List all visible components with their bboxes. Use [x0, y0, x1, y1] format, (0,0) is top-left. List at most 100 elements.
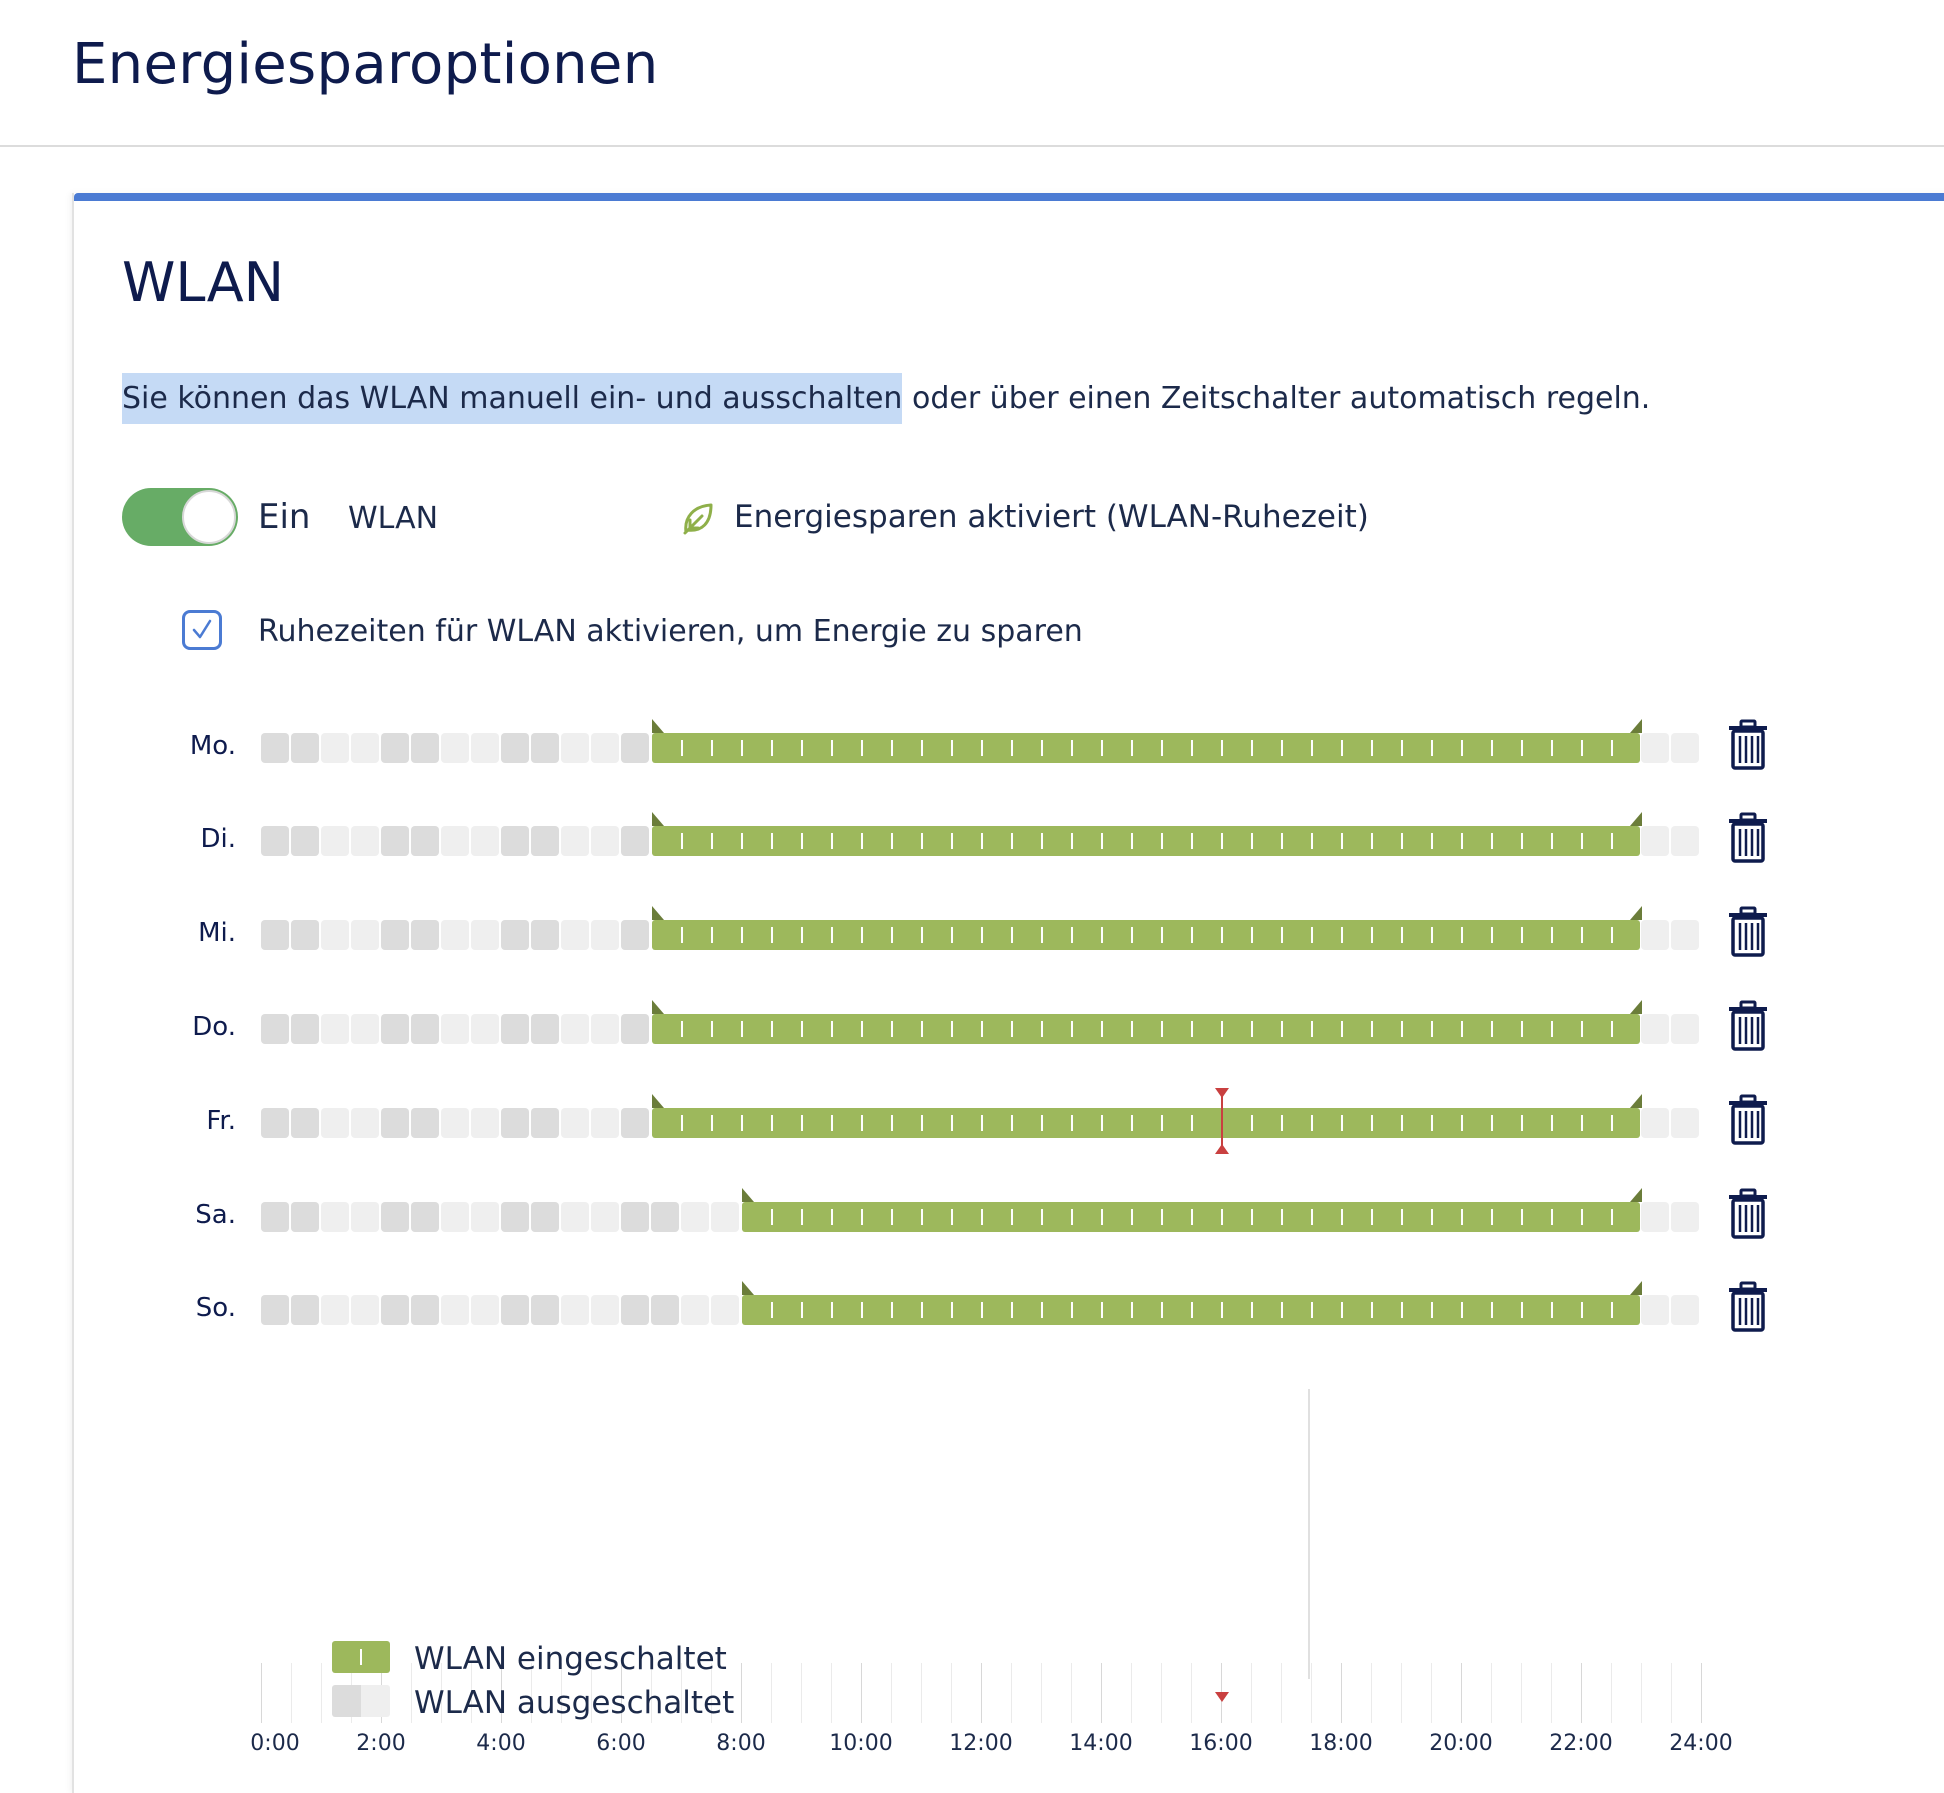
off-slot[interactable]: [291, 1295, 319, 1325]
off-slot[interactable]: [621, 1202, 649, 1232]
off-slot[interactable]: [381, 1202, 409, 1232]
day-timeline[interactable]: [260, 906, 1702, 950]
off-slot[interactable]: [411, 1014, 439, 1044]
off-slot[interactable]: [531, 1295, 559, 1325]
on-period-bar[interactable]: [652, 826, 1640, 856]
off-slot[interactable]: [501, 1202, 529, 1232]
off-slot[interactable]: [501, 920, 529, 950]
range-start-handle[interactable]: [742, 1281, 756, 1295]
on-period-bar[interactable]: [652, 1014, 1640, 1044]
off-slot[interactable]: [411, 1295, 439, 1325]
off-slot[interactable]: [531, 1202, 559, 1232]
off-slot[interactable]: [261, 733, 289, 763]
off-slot[interactable]: [321, 1014, 349, 1044]
trash-icon[interactable]: [1726, 812, 1770, 864]
off-slot[interactable]: [411, 826, 439, 856]
trash-icon[interactable]: [1726, 719, 1770, 771]
off-slot[interactable]: [321, 826, 349, 856]
off-slot[interactable]: [501, 1014, 529, 1044]
off-slot[interactable]: [1671, 920, 1699, 950]
off-slot[interactable]: [381, 920, 409, 950]
on-period-bar[interactable]: [742, 1295, 1640, 1325]
off-slot[interactable]: [621, 1108, 649, 1138]
off-slot[interactable]: [261, 1295, 289, 1325]
off-slot[interactable]: [531, 1014, 559, 1044]
off-slot[interactable]: [411, 733, 439, 763]
off-slot[interactable]: [561, 826, 589, 856]
off-slot[interactable]: [591, 1108, 619, 1138]
range-end-handle[interactable]: [1628, 1094, 1642, 1108]
day-timeline[interactable]: [260, 1281, 1702, 1325]
off-slot[interactable]: [351, 1202, 379, 1232]
day-timeline[interactable]: [260, 1088, 1702, 1154]
range-start-handle[interactable]: [652, 812, 666, 826]
off-slot[interactable]: [291, 1202, 319, 1232]
range-start-handle[interactable]: [652, 906, 666, 920]
trash-icon[interactable]: [1726, 1281, 1770, 1333]
on-period-bar[interactable]: [742, 1202, 1640, 1232]
range-start-handle[interactable]: [742, 1188, 756, 1202]
off-slot[interactable]: [321, 1202, 349, 1232]
off-slot[interactable]: [261, 920, 289, 950]
off-slot[interactable]: [441, 733, 469, 763]
off-slot[interactable]: [591, 920, 619, 950]
off-slot[interactable]: [531, 733, 559, 763]
range-end-handle[interactable]: [1628, 1188, 1642, 1202]
off-slot[interactable]: [471, 1108, 499, 1138]
off-slot[interactable]: [1671, 1202, 1699, 1232]
off-slot[interactable]: [411, 1108, 439, 1138]
off-slot[interactable]: [471, 1295, 499, 1325]
off-slot[interactable]: [351, 1295, 379, 1325]
off-slot[interactable]: [381, 1014, 409, 1044]
trash-icon[interactable]: [1726, 1000, 1770, 1052]
off-slot[interactable]: [651, 1202, 679, 1232]
range-end-handle[interactable]: [1628, 1281, 1642, 1295]
off-slot[interactable]: [1641, 1202, 1669, 1232]
off-slot[interactable]: [351, 1108, 379, 1138]
range-start-handle[interactable]: [652, 1000, 666, 1014]
off-slot[interactable]: [711, 1295, 739, 1325]
trash-icon[interactable]: [1726, 1188, 1770, 1240]
off-slot[interactable]: [291, 1108, 319, 1138]
day-timeline[interactable]: [260, 812, 1702, 856]
off-slot[interactable]: [381, 826, 409, 856]
off-slot[interactable]: [261, 1014, 289, 1044]
off-slot[interactable]: [591, 733, 619, 763]
off-slot[interactable]: [291, 826, 319, 856]
off-slot[interactable]: [1641, 920, 1669, 950]
off-slot[interactable]: [1641, 1295, 1669, 1325]
off-slot[interactable]: [621, 1295, 649, 1325]
off-slot[interactable]: [291, 1014, 319, 1044]
off-slot[interactable]: [441, 920, 469, 950]
off-slot[interactable]: [1671, 1295, 1699, 1325]
off-slot[interactable]: [681, 1295, 709, 1325]
off-slot[interactable]: [621, 1014, 649, 1044]
off-slot[interactable]: [561, 1108, 589, 1138]
off-slot[interactable]: [561, 1202, 589, 1232]
off-slot[interactable]: [321, 920, 349, 950]
off-slot[interactable]: [291, 920, 319, 950]
off-slot[interactable]: [1671, 733, 1699, 763]
off-slot[interactable]: [591, 1202, 619, 1232]
off-slot[interactable]: [471, 920, 499, 950]
off-slot[interactable]: [621, 920, 649, 950]
off-slot[interactable]: [441, 1295, 469, 1325]
off-slot[interactable]: [531, 1108, 559, 1138]
off-slot[interactable]: [471, 826, 499, 856]
off-slot[interactable]: [381, 1295, 409, 1325]
off-slot[interactable]: [291, 733, 319, 763]
range-end-handle[interactable]: [1628, 906, 1642, 920]
off-slot[interactable]: [1641, 1014, 1669, 1044]
day-timeline[interactable]: [260, 719, 1702, 763]
off-slot[interactable]: [621, 826, 649, 856]
off-slot[interactable]: [261, 1202, 289, 1232]
off-slot[interactable]: [531, 826, 559, 856]
off-slot[interactable]: [471, 1014, 499, 1044]
off-slot[interactable]: [321, 1108, 349, 1138]
off-slot[interactable]: [351, 733, 379, 763]
off-slot[interactable]: [411, 1202, 439, 1232]
range-end-handle[interactable]: [1628, 719, 1642, 733]
off-slot[interactable]: [1671, 1108, 1699, 1138]
off-slot[interactable]: [321, 1295, 349, 1325]
off-slot[interactable]: [591, 1014, 619, 1044]
